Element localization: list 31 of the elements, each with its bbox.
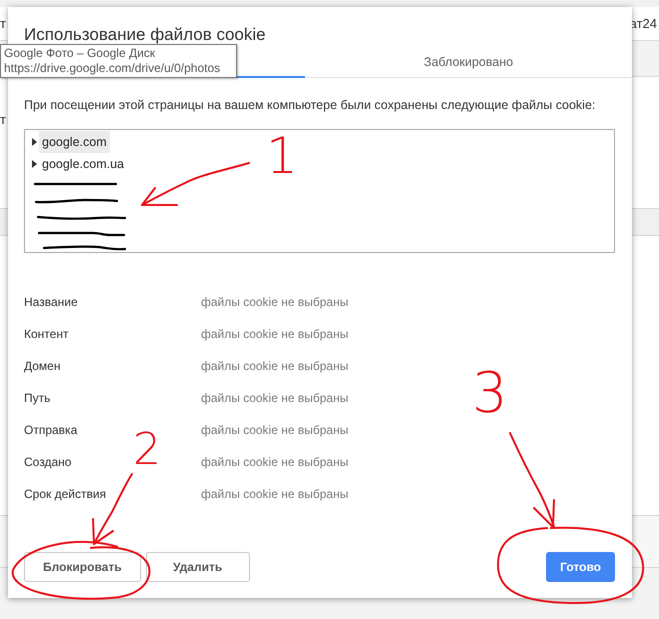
tab[interactable]: Заблокировано [305, 47, 632, 78]
field-label: Название [24, 294, 79, 311]
caret-right-icon[interactable] [32, 160, 37, 168]
field-value: файлы cookie не выбраны [201, 326, 348, 343]
dialog-title: Использование файлов cookie [23, 24, 267, 46]
tooltip-url: https://drive.google.com/drive/u/0/photos [4, 61, 222, 76]
field-value: файлы cookie не выбраны [201, 422, 348, 439]
description-text: При посещении этой страницы на вашем компьютере были сохранены следующие файлы cookie: [24, 97, 596, 113]
caret-right-icon[interactable] [32, 138, 37, 146]
annotation-number: 1 [266, 131, 298, 181]
action-button[interactable]: Блокировать [24, 552, 141, 582]
field-label: Домен [24, 358, 62, 375]
field-label: Создано [24, 454, 72, 471]
field-value: файлы cookie не выбраны [201, 390, 348, 407]
field-value: файлы cookie не выбраны [201, 294, 348, 311]
annotation-number: 2 [133, 428, 161, 472]
tree-item[interactable]: google.com [39, 131, 110, 153]
field-label: Путь [24, 390, 52, 407]
field-label: Срок действия [24, 486, 108, 503]
field-label: Контент [24, 326, 70, 343]
field-label: Отправка [24, 422, 78, 439]
tree-item[interactable]: google.com.ua [39, 153, 128, 175]
field-value: файлы cookie не выбраны [201, 358, 348, 375]
field-value: файлы cookie не выбраны [201, 486, 348, 503]
page-text: т [0, 16, 6, 31]
done-button[interactable]: Готово [546, 552, 615, 582]
tooltip-title: Google Фото – Google Диск [4, 46, 156, 61]
field-value: файлы cookie не выбраны [201, 454, 348, 471]
action-button[interactable]: Удалить [146, 552, 250, 582]
page-text: т [0, 112, 6, 127]
annotation-number: 3 [472, 366, 508, 422]
